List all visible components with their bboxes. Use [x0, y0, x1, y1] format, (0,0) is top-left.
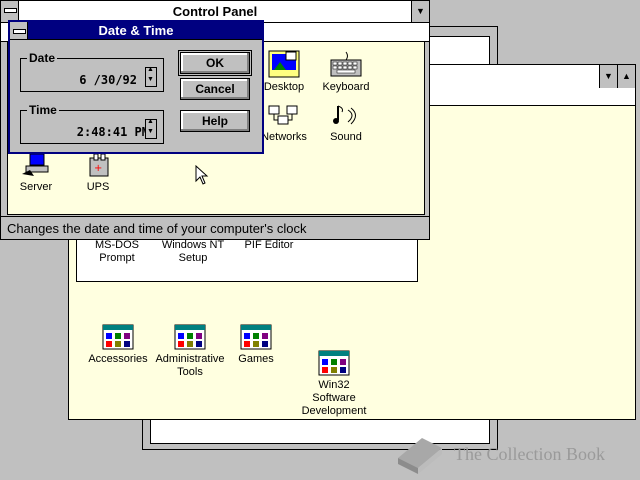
time-spinner[interactable]: [145, 118, 157, 139]
date-group: Date 6 /30/92: [20, 51, 164, 92]
control-panel-item-keyboard[interactable]: Keyboard: [306, 50, 386, 94]
program-group-label: Win32: [318, 379, 350, 391]
program-group-label: Tools: [177, 366, 203, 378]
networks-icon: [268, 105, 298, 125]
status-bar: Changes the date and time of your comput…: [1, 216, 429, 239]
program-group-icon: [240, 324, 272, 350]
time-field[interactable]: 2:48:41 PM: [29, 125, 149, 139]
system-menu-button[interactable]: [1, 1, 19, 22]
program-group-icon: [102, 324, 134, 350]
program-group-label: Accessories: [88, 353, 148, 365]
control-panel-item-sound[interactable]: Sound: [306, 102, 386, 144]
mouse-pointer-icon: [195, 165, 209, 185]
control-panel-title: Control Panel: [172, 4, 258, 19]
control-panel-item-ups[interactable]: + UPS: [58, 152, 138, 194]
minimize-button[interactable]: ▼: [599, 65, 617, 88]
control-panel-item-label: UPS: [86, 181, 110, 193]
program-group-icon: [174, 324, 206, 350]
ok-button[interactable]: OK: [178, 50, 252, 76]
time-label: Time: [27, 103, 59, 117]
keyboard-icon: [330, 51, 362, 77]
program-group-label: Development: [301, 405, 367, 417]
program-item-label: Prompt: [99, 252, 135, 264]
program-group-icon: [318, 350, 350, 376]
dialog-title: Date & Time: [98, 23, 174, 38]
program-group-win32-software-development[interactable]: Win32 Software Development: [294, 350, 374, 418]
program-item-label: PIF Editor: [244, 239, 294, 251]
date-field[interactable]: 6 /30/92: [29, 73, 137, 87]
program-item-label: Setup: [178, 252, 208, 264]
system-menu-button[interactable]: [10, 22, 28, 39]
watermark: The Collection Book: [392, 430, 632, 474]
time-group: Time 2:48:41 PM: [20, 103, 164, 144]
ups-icon: +: [89, 153, 109, 177]
program-group-label: Administrative: [155, 353, 225, 365]
server-icon: [22, 153, 49, 176]
help-button[interactable]: Help: [180, 110, 250, 132]
control-panel-item-label: Networks: [261, 131, 307, 143]
cancel-button[interactable]: Cancel: [180, 78, 250, 100]
program-item-label: Windows NT: [161, 239, 225, 251]
date-time-dialog[interactable]: Date & Time Date 6 /30/92 Time 2:48:41 P…: [8, 20, 264, 154]
program-group-games[interactable]: Games: [216, 324, 296, 366]
date-time-titlebar[interactable]: Date & Time: [10, 22, 262, 40]
program-item[interactable]: Windows NT Setup: [151, 239, 235, 265]
date-label: Date: [27, 51, 58, 65]
desktop-icon: [268, 50, 300, 78]
book-icon: [398, 438, 442, 474]
watermark-text: The Collection Book: [454, 444, 605, 464]
program-group-accessories[interactable]: Accessories: [78, 324, 158, 366]
date-spinner[interactable]: [145, 66, 157, 87]
control-panel-item-label: Desktop: [263, 81, 305, 93]
program-item-label: MS-DOS: [95, 239, 139, 251]
program-group-label: Games: [238, 353, 274, 365]
maximize-button[interactable]: ▲: [617, 65, 635, 88]
status-text: Changes the date and time of your comput…: [7, 221, 307, 236]
sound-icon: [333, 105, 356, 125]
program-item[interactable]: MS-DOS Prompt: [77, 239, 157, 265]
program-group-label: Software: [312, 392, 356, 404]
svg-text:+: +: [94, 163, 102, 174]
control-panel-item-label: Server: [19, 181, 53, 193]
minimize-button[interactable]: ▼: [411, 1, 429, 22]
program-item[interactable]: PIF Editor: [229, 239, 309, 252]
control-panel-item-label: Keyboard: [322, 81, 370, 93]
control-panel-item-label: Sound: [330, 131, 362, 143]
